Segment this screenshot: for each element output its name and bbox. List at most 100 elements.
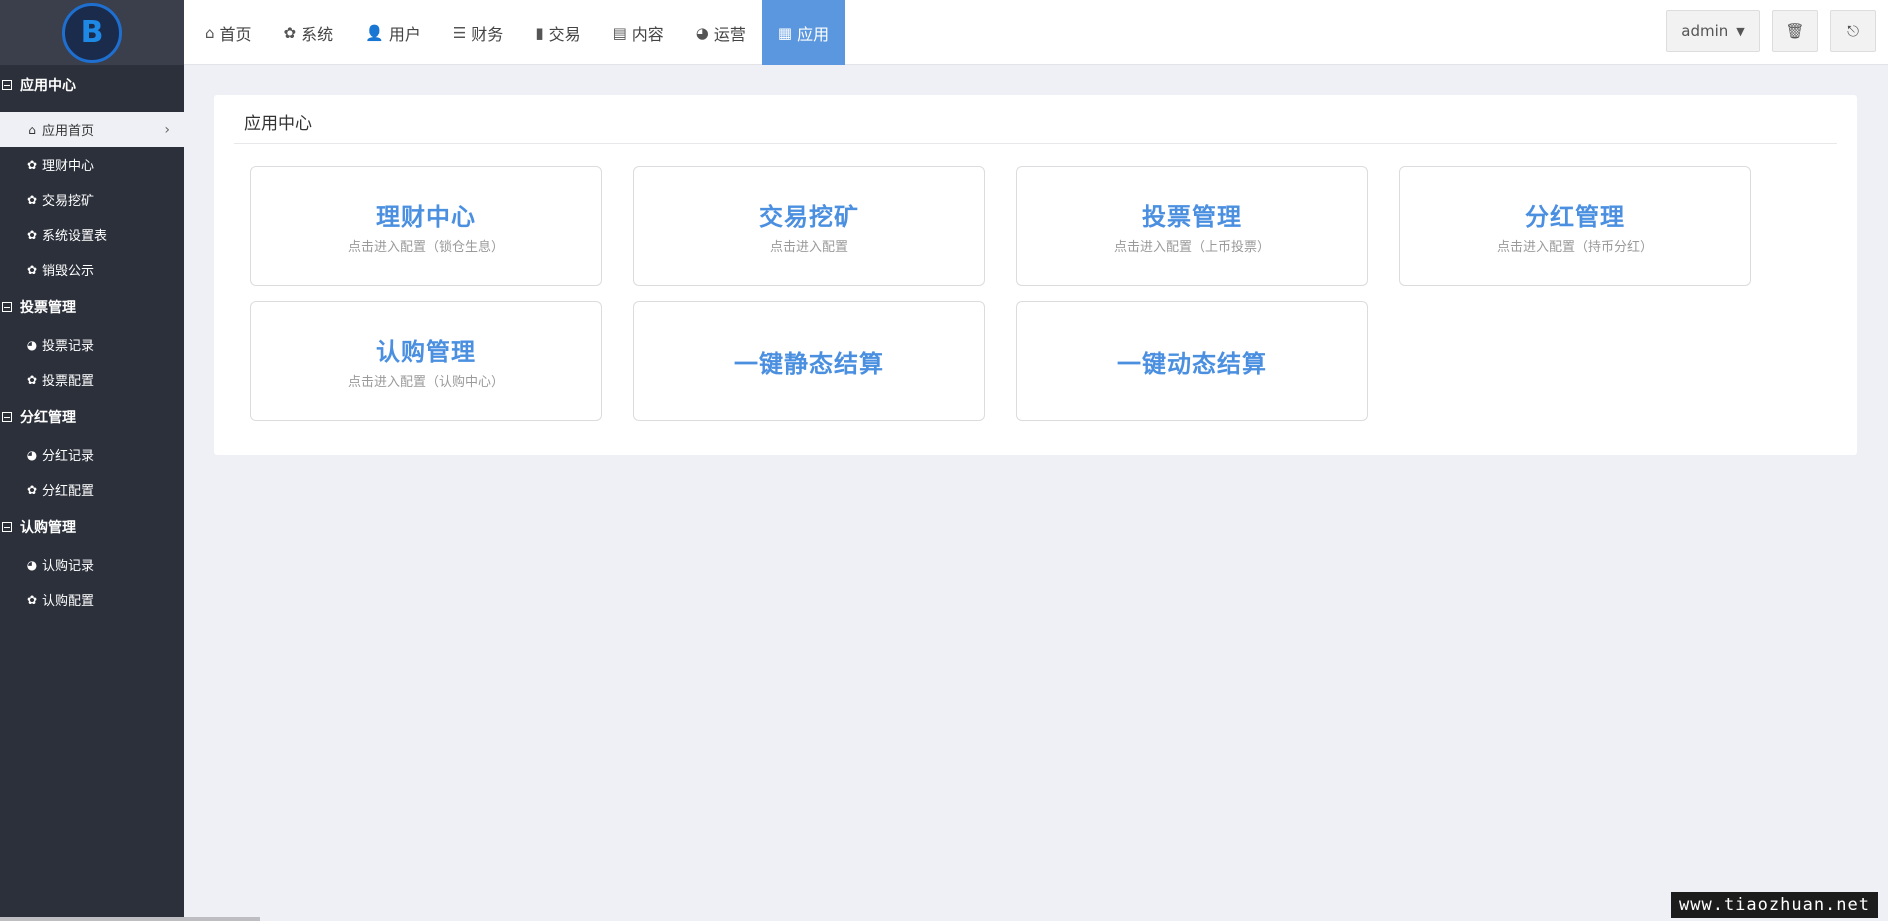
- bar-chart-icon: ▮: [535, 23, 544, 42]
- tab-content[interactable]: ▤ 内容: [597, 0, 680, 65]
- card-title: 一键动态结算: [1117, 349, 1267, 378]
- group-title-label: 应用中心: [20, 78, 76, 94]
- menu-group-dividend: 分红管理 ◕ 分红记录 ✿ 分红配置: [0, 397, 184, 507]
- sidebar-item-finance-center[interactable]: ✿ 理财中心: [0, 147, 184, 182]
- logo[interactable]: B: [62, 2, 122, 63]
- gear-icon: ✿: [26, 262, 38, 277]
- tab-label: 首页: [219, 24, 252, 44]
- admin-label: admin: [1681, 22, 1729, 40]
- logo-area: B: [0, 0, 184, 65]
- clear-cache-button[interactable]: 🗑: [1772, 10, 1818, 52]
- sidebar-item-label: 认购记录: [42, 559, 95, 574]
- menu-group-vote: 投票管理 ◕ 投票记录 ✿ 投票配置: [0, 287, 184, 397]
- sidebar-item-label: 系统设置表: [42, 229, 108, 244]
- tab-apps[interactable]: ▦ 应用: [761, 0, 846, 65]
- card-static-settlement[interactable]: 一键静态结算: [633, 301, 985, 421]
- card-title: 一键静态结算: [734, 349, 884, 378]
- card-dividend-management[interactable]: 分红管理 点击进入配置（持币分红）: [1399, 166, 1751, 286]
- collapse-icon: [2, 522, 12, 532]
- tab-trade[interactable]: ▮ 交易: [519, 0, 596, 65]
- card-vote-management[interactable]: 投票管理 点击进入配置（上币投票）: [1016, 166, 1368, 286]
- gear-icon: ✿: [26, 372, 38, 387]
- tab-label: 运营: [713, 24, 746, 44]
- tab-label: 系统: [301, 24, 334, 44]
- tab-label: 用户: [388, 24, 421, 44]
- card-subtitle: 点击进入配置（认购中心）: [347, 375, 504, 390]
- tab-system[interactable]: ✿ 系统: [268, 0, 350, 65]
- sidebar-item-label: 销毁公示: [42, 264, 95, 279]
- menu-group-subscribe: 认购管理 ◕ 认购记录 ✿ 认购配置: [0, 507, 184, 617]
- list-icon: ☰: [452, 23, 467, 42]
- tab-finance[interactable]: ☰ 财务: [437, 0, 519, 65]
- tab-label: 应用: [797, 24, 830, 44]
- page-title: 应用中心: [244, 114, 312, 134]
- chevron-right-icon: ›: [164, 122, 170, 138]
- collapse-icon: [2, 80, 12, 90]
- logout-button[interactable]: ⎋: [1830, 10, 1876, 52]
- menu-group-title[interactable]: 投票管理: [0, 287, 184, 327]
- card-trade-mining[interactable]: 交易挖矿 点击进入配置: [633, 166, 985, 286]
- home-icon: ⌂: [28, 122, 36, 137]
- gear-icon: ✿: [26, 192, 38, 207]
- globe-icon: ◕: [26, 337, 38, 352]
- group-title-label: 分红管理: [20, 410, 76, 426]
- card-title: 理财中心: [376, 203, 476, 231]
- sidebar-item-dividend-records[interactable]: ◕ 分红记录: [0, 437, 184, 472]
- collapse-icon: [2, 302, 12, 312]
- sidebar-item-app-home[interactable]: ⌂ 应用首页 ›: [0, 112, 184, 147]
- tab-home[interactable]: ⌂ 首页: [189, 0, 268, 65]
- menu-group-title[interactable]: 分红管理: [0, 397, 184, 437]
- card-dynamic-settlement[interactable]: 一键动态结算: [1016, 301, 1368, 421]
- sidebar-item-trade-mining[interactable]: ✿ 交易挖矿: [0, 182, 184, 217]
- menu-group-title[interactable]: 应用中心: [0, 65, 184, 105]
- sidebar-item-system-settings[interactable]: ✿ 系统设置表: [0, 217, 184, 252]
- bottom-scrollbar[interactable]: [0, 917, 260, 921]
- sidebar-item-dividend-config[interactable]: ✿ 分红配置: [0, 472, 184, 507]
- tab-users[interactable]: 👤 用户: [349, 0, 437, 65]
- sidebar-item-subscribe-records[interactable]: ◕ 认购记录: [0, 547, 184, 582]
- trash-icon: 🗑: [1785, 22, 1805, 40]
- logout-icon: ⎋: [1847, 22, 1859, 40]
- gear-icon: ✿: [26, 227, 38, 242]
- globe-icon: ◕: [695, 23, 709, 42]
- sidebar-item-vote-records[interactable]: ◕ 投票记录: [0, 327, 184, 362]
- menu-group-app-center: 应用中心 ⌂ 应用首页 › ✿ 理财中心 ✿ 交易挖矿 ✿ 系统设置表 ✿ 销毁…: [0, 65, 184, 287]
- sidebar-item-label: 投票配置: [42, 374, 95, 389]
- menu-group-title[interactable]: 认购管理: [0, 507, 184, 547]
- card-finance-center[interactable]: 理财中心 点击进入配置（锁仓生息）: [250, 166, 602, 286]
- sidebar-item-burn-notice[interactable]: ✿ 销毁公示: [0, 252, 184, 287]
- gear-icon: ✿: [26, 157, 38, 172]
- sidebar-item-label: 交易挖矿: [42, 194, 95, 209]
- sidebar-item-vote-config[interactable]: ✿ 投票配置: [0, 362, 184, 397]
- gear-icon: ✿: [26, 592, 38, 607]
- sidebar-item-label: 认购配置: [42, 594, 95, 609]
- gear-icon: ✿: [283, 23, 297, 42]
- sidebar-item-label: 理财中心: [42, 159, 95, 174]
- app-center-panel: 应用中心 理财中心 点击进入配置（锁仓生息） 交易挖矿 点击进入配置 投票管理 …: [214, 95, 1857, 455]
- card-subtitle: 点击进入配置: [769, 240, 848, 255]
- card-title: 认购管理: [376, 338, 476, 366]
- sidebar: B 应用中心 ⌂ 应用首页 › ✿ 理财中心 ✿ 交易挖矿 ✿ 系统设置表 ✿ …: [0, 0, 260, 921]
- group-title-label: 投票管理: [20, 300, 76, 316]
- card-subtitle: 点击进入配置（锁仓生息）: [347, 240, 504, 255]
- card-subtitle: 点击进入配置（上币投票）: [1113, 240, 1270, 255]
- divider: [234, 143, 1837, 144]
- home-icon: ⌂: [205, 23, 215, 42]
- user-icon: 👤: [365, 23, 384, 42]
- watermark: www.tiaozhuan.net: [1671, 892, 1878, 918]
- grid-icon: ▦: [777, 23, 793, 42]
- card-subscribe-management[interactable]: 认购管理 点击进入配置（认购中心）: [250, 301, 602, 421]
- sidebar-item-label: 分红配置: [42, 484, 95, 499]
- tab-label: 内容: [631, 24, 664, 44]
- admin-dropdown[interactable]: admin ▼: [1666, 10, 1760, 52]
- caret-down-icon: ▼: [1736, 24, 1745, 38]
- globe-icon: ◕: [26, 557, 38, 572]
- collapse-icon: [2, 412, 12, 422]
- sidebar-item-label: 投票记录: [42, 339, 95, 354]
- tab-operations[interactable]: ◕ 运营: [680, 0, 762, 65]
- card-subtitle: 点击进入配置（持币分红）: [1496, 240, 1653, 255]
- sidebar-item-subscribe-config[interactable]: ✿ 认购配置: [0, 582, 184, 617]
- card-title: 交易挖矿: [759, 203, 859, 231]
- document-icon: ▤: [612, 23, 627, 42]
- card-title: 投票管理: [1142, 203, 1242, 231]
